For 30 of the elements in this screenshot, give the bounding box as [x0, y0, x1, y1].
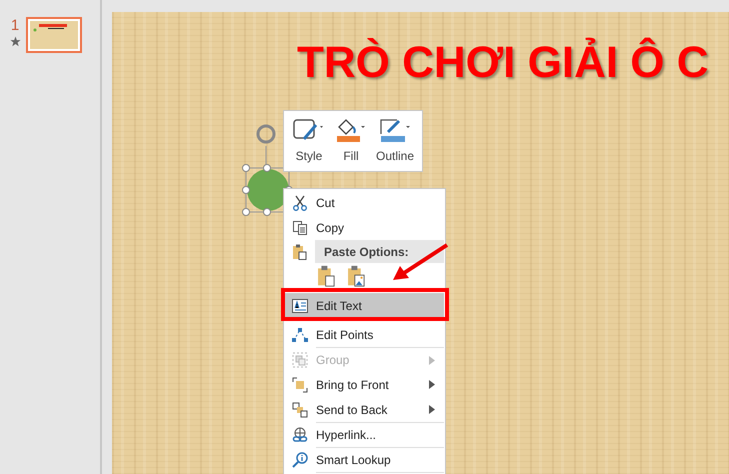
slide-number: 1	[10, 17, 20, 34]
menu-item[interactable]: Edit Text	[285, 293, 444, 318]
text-box-icon	[292, 298, 308, 312]
edit-points-icon	[292, 326, 308, 342]
slide-title: TRÒ CHƠI GIẢI Ô C	[297, 38, 710, 88]
menu-item[interactable]: Smart Lookup	[285, 448, 444, 472]
toolbar-button[interactable]: Style	[290, 115, 328, 167]
brush-icon	[292, 117, 326, 143]
bring-to-front-icon	[292, 376, 308, 392]
menu-item[interactable]: Send to Back	[285, 397, 444, 422]
send-to-back-icon	[292, 402, 308, 418]
slide-thumbnail[interactable]	[26, 17, 82, 53]
copy-icon	[292, 220, 308, 236]
paste-options-heading: Paste Options:	[315, 240, 444, 263]
menu-item[interactable]: Copy	[285, 215, 444, 240]
menu-item[interactable]: Cut	[285, 190, 444, 215]
paint-bucket-icon	[334, 117, 368, 143]
pen-icon	[378, 117, 412, 143]
clipboard-icon	[316, 265, 336, 287]
toolbar-button[interactable]: Fill	[332, 115, 370, 167]
menu-item[interactable]: Bring to Front	[285, 372, 444, 397]
menu-item[interactable]: Hyperlink...	[285, 423, 444, 447]
clipboard-icon	[292, 244, 308, 260]
clipboard-picture-icon	[346, 265, 366, 287]
globe-link-icon	[292, 427, 308, 443]
group-icon	[292, 352, 308, 368]
search-icon	[292, 452, 308, 468]
menu-item[interactable]: Edit Points	[285, 322, 444, 347]
scissors-icon	[292, 194, 308, 210]
toolbar-button[interactable]: Outline	[374, 115, 416, 167]
